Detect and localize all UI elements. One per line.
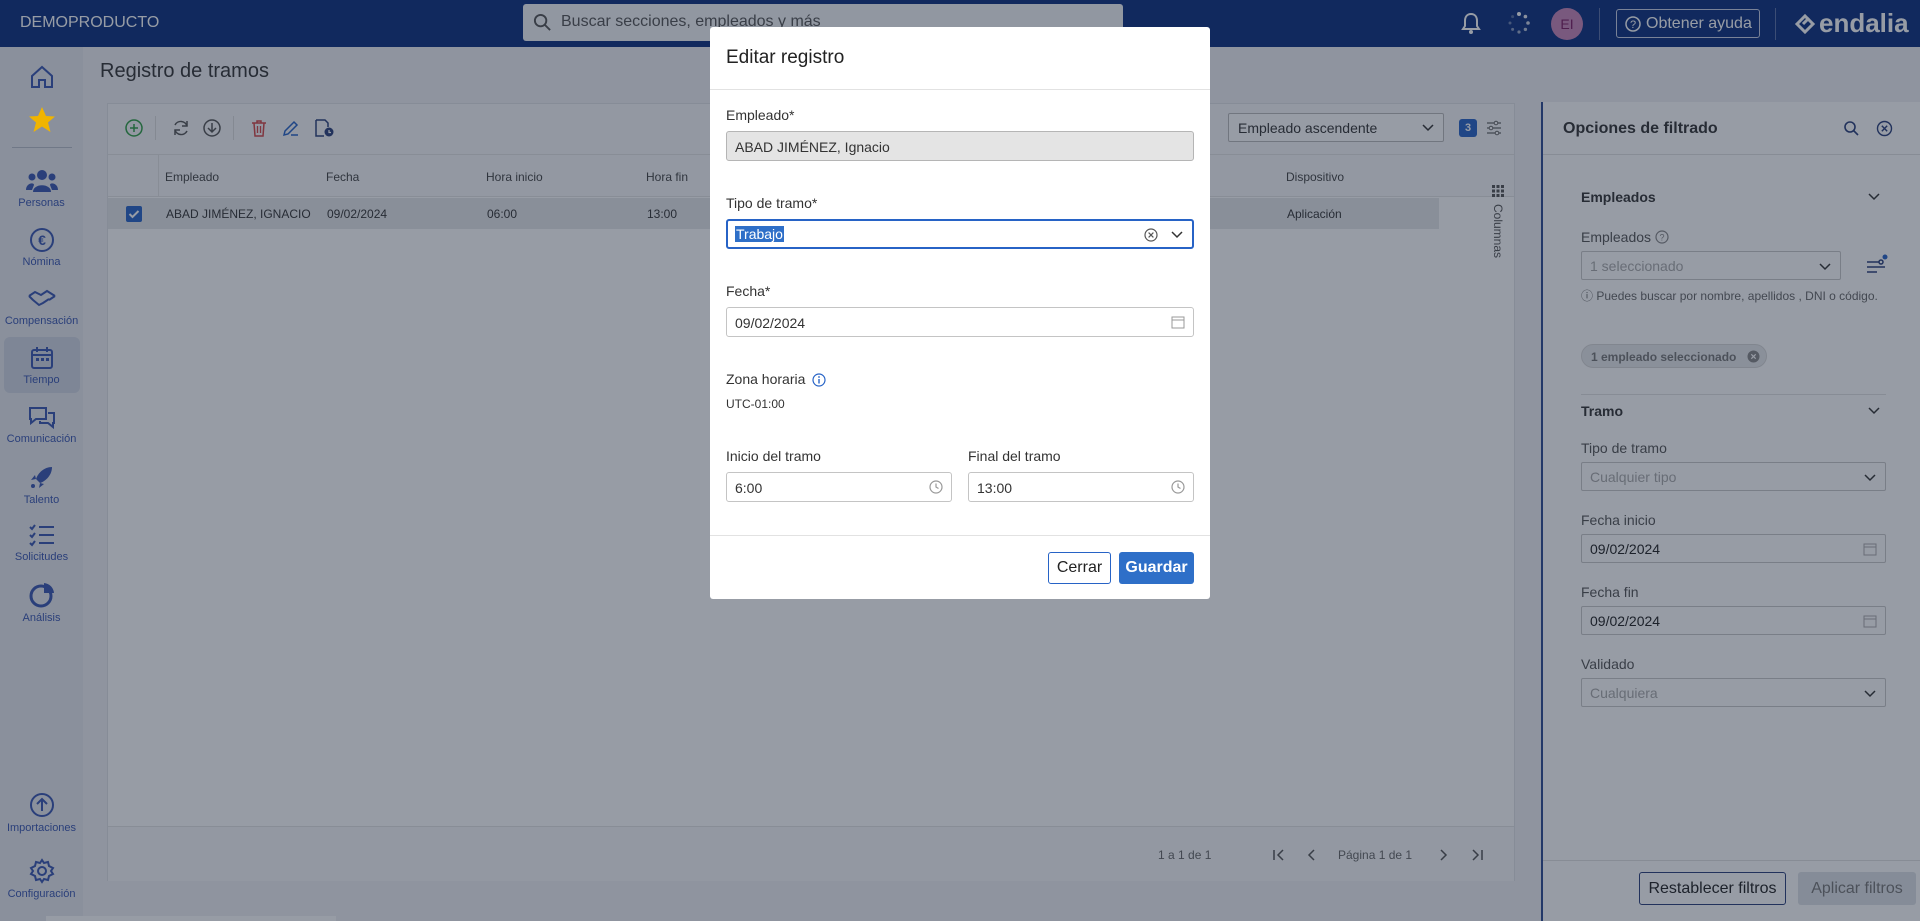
chat-icon [28,407,55,430]
euro-icon: € [29,228,54,252]
people-icon [25,170,58,192]
empleado-value: ABAD JIMÉNEZ, Ignacio [735,139,890,155]
fecha-value: 09/02/2024 [735,315,806,331]
save-button[interactable]: Guardar [1119,552,1194,584]
sidebar-label-talento: Talento [23,494,60,506]
inicio-tramo-value: 6:00 [735,480,763,496]
final-tramo-input[interactable]: 13:00 [968,472,1194,502]
sidebar-label-compensacion: Compensación [4,315,79,327]
rocket-icon [30,467,52,488]
star-icon [28,107,55,132]
sidebar-label-personas: Personas [18,197,65,209]
upload-icon [29,793,54,817]
zona-horaria-label: Zona horaria [726,371,806,387]
sidebar-label-configuracion: Configuración [7,888,76,900]
tipo-tramo-value: Trabajo [735,226,784,242]
gear-icon [29,858,54,884]
inicio-tramo-label: Inicio del tramo [726,448,821,464]
empleado-label: Empleado* [726,107,795,123]
clear-icon[interactable] [1144,228,1158,242]
fecha-label: Fecha* [726,283,771,299]
dialog-title: Editar registro [726,47,845,68]
empleado-field: ABAD JIMÉNEZ, Ignacio [726,131,1194,161]
calendar-icon[interactable] [1171,315,1185,329]
clock-icon[interactable] [929,480,943,494]
tipo-tramo-label: Tipo de tramo* [726,195,818,211]
close-button[interactable]: Cerrar [1048,552,1111,584]
info-icon[interactable] [812,373,826,387]
sidebar-label-tiempo: Tiempo [23,374,60,386]
pie-chart-icon [29,583,54,608]
home-icon [30,65,53,88]
fecha-input[interactable]: 09/02/2024 [726,307,1194,337]
calendar-icon [30,347,53,369]
inicio-tramo-input[interactable]: 6:00 [726,472,952,502]
checklist-icon [28,524,54,547]
chevron-down-icon[interactable] [1170,230,1184,240]
sidebar-label-nomina: Nómina [22,256,61,268]
clock-icon[interactable] [1171,480,1185,494]
sidebar-label-solicitudes: Solicitudes [14,551,69,563]
zona-horaria-value: UTC-01:00 [726,397,785,411]
svg-text:€: € [38,232,46,248]
final-tramo-label: Final del tramo [968,448,1061,464]
dialog-footer-divider [710,535,1210,536]
edit-record-dialog: Editar registro Empleado* ABAD JIMÉNEZ, … [710,27,1210,599]
sidebar-label-importaciones: Importaciones [6,822,77,834]
sidebar-label-analisis: Análisis [22,612,61,624]
final-tramo-value: 13:00 [977,480,1013,496]
handshake-icon [27,289,56,307]
sidebar-label-comunicacion: Comunicación [6,433,77,445]
dialog-header-divider [710,89,1210,90]
tipo-tramo-select[interactable]: Trabajo [726,219,1194,249]
